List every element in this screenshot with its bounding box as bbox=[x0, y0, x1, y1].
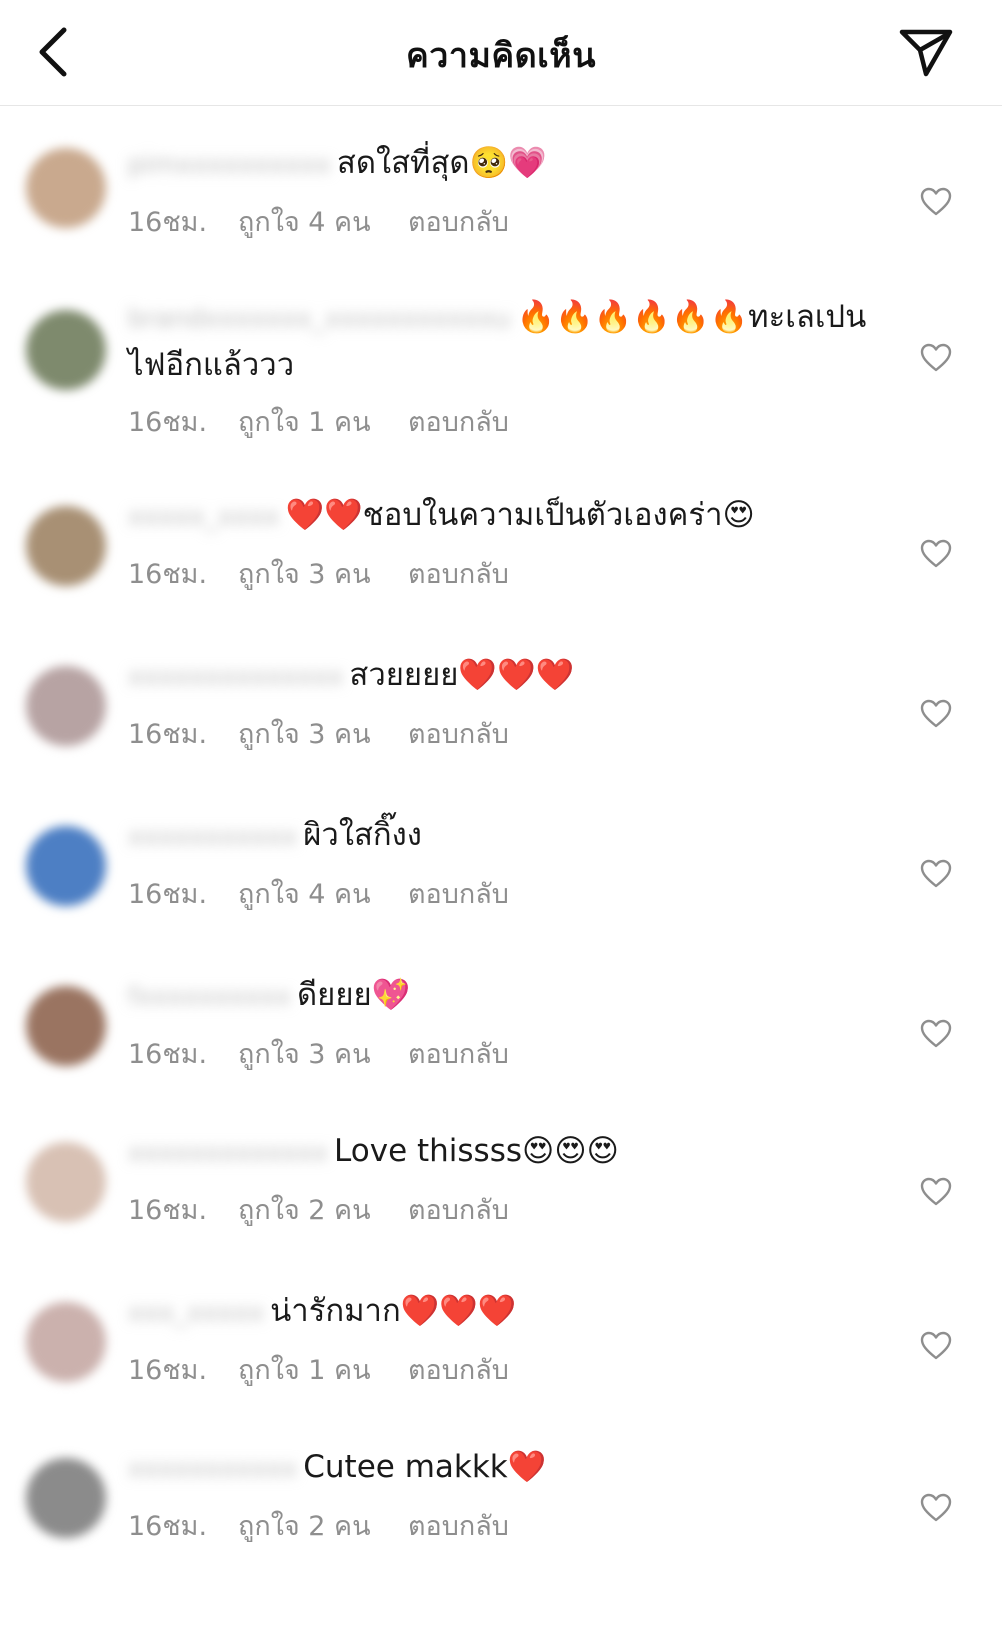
reply-button[interactable]: ตอบกลับ bbox=[408, 1188, 509, 1231]
comment-likes[interactable]: ถูกใจ 4 คน bbox=[238, 872, 408, 915]
heart-outline-icon bbox=[920, 1177, 952, 1206]
comment-username[interactable]: brandxxxxxxx_xxxxxxxxxxxu bbox=[128, 296, 511, 342]
comment-text: Cutee makkk❤️ bbox=[303, 1449, 547, 1485]
comment-username[interactable]: xxxxxxxxxxx bbox=[128, 814, 297, 860]
like-button[interactable] bbox=[918, 340, 954, 376]
avatar[interactable] bbox=[26, 666, 106, 746]
reply-button[interactable]: ตอบกลับ bbox=[408, 872, 509, 915]
comment-time: 16ชม. bbox=[128, 1510, 208, 1542]
reply-button[interactable]: ตอบกลับ bbox=[408, 200, 509, 243]
comment-time: 16ชม. bbox=[128, 878, 208, 910]
heart-outline-icon bbox=[920, 187, 952, 216]
comment-text-line: xxx_xxxxx น่ารักมาก❤️❤️❤️ bbox=[128, 1288, 888, 1336]
avatar[interactable] bbox=[26, 148, 106, 228]
comment-text: ❤️❤️ชอบในความเป็นตัวเองคร่า😍 bbox=[285, 497, 755, 533]
comment-meta: 16ชม. ถูกใจ 4 คน ตอบกลับ bbox=[128, 872, 888, 915]
reply-button[interactable]: ตอบกลับ bbox=[408, 1504, 509, 1547]
comment-text-line: fxxxxxxxxxx ดียยย💖 bbox=[128, 972, 888, 1020]
comment-meta: 16ชม. ถูกใจ 3 คน ตอบกลับ bbox=[128, 712, 888, 755]
comment-likes[interactable]: ถูกใจ 4 คน bbox=[238, 200, 408, 243]
comment-text: สวยยยย❤️❤️❤️ bbox=[349, 657, 575, 693]
like-button[interactable] bbox=[918, 536, 954, 572]
comment-text: ดียยย💖 bbox=[297, 977, 411, 1013]
like-button[interactable] bbox=[918, 1490, 954, 1526]
heart-outline-icon bbox=[920, 1493, 952, 1522]
comment-likes[interactable]: ถูกใจ 2 คน bbox=[238, 1188, 408, 1231]
comment-username[interactable]: xxxxxxxxxxx bbox=[128, 1446, 297, 1492]
comment-time: 16ชม. bbox=[128, 1038, 208, 1070]
comment-text-line: xxxxxxxxxxxxx Love thissss😍😍😍 bbox=[128, 1128, 888, 1176]
comment-text: น่ารักมาก❤️❤️❤️ bbox=[270, 1293, 517, 1329]
comment-username[interactable]: xxxxxxxxxxxxx bbox=[128, 1130, 328, 1176]
comment-likes[interactable]: ถูกใจ 3 คน bbox=[238, 552, 408, 595]
avatar[interactable] bbox=[26, 986, 106, 1066]
comment-meta: 16ชม. ถูกใจ 2 คน ตอบกลับ bbox=[128, 1188, 888, 1231]
comment-meta: 16ชม. ถูกใจ 2 คน ตอบกลับ bbox=[128, 1504, 888, 1547]
comment-username[interactable]: xxxxx_xxxx bbox=[128, 494, 279, 540]
comment-text: Love thissss😍😍😍 bbox=[334, 1133, 619, 1169]
comment-meta: 16ชม. ถูกใจ 3 คน ตอบกลับ bbox=[128, 1032, 888, 1075]
like-button[interactable] bbox=[918, 1328, 954, 1364]
avatar[interactable] bbox=[26, 1142, 106, 1222]
comment-text-line: xxxxxxxxxxxxxx สวยยยย❤️❤️❤️ bbox=[128, 652, 888, 700]
comment-username[interactable]: pimxxxxxxxxxx bbox=[128, 142, 331, 188]
heart-outline-icon bbox=[920, 1019, 952, 1048]
comment-text-line: pimxxxxxxxxxx สดใสที่สุด🥺💗 bbox=[128, 140, 888, 188]
comment-username[interactable]: xxxxxxxxxxxxxx bbox=[128, 654, 343, 700]
header-bar: ความคิดเห็น bbox=[0, 0, 1002, 106]
avatar[interactable] bbox=[26, 1302, 106, 1382]
comment-text: สดใสที่สุด🥺💗 bbox=[336, 145, 547, 181]
reply-button[interactable]: ตอบกลับ bbox=[408, 712, 509, 755]
avatar[interactable] bbox=[26, 1458, 106, 1538]
reply-button[interactable]: ตอบกลับ bbox=[408, 1032, 509, 1075]
comment-meta: 16ชม. ถูกใจ 4 คน ตอบกลับ bbox=[128, 200, 888, 243]
comment-text-line: xxxxxxxxxxx ผิวใสกิ๊งง bbox=[128, 812, 888, 860]
comment-text: ผิวใสกิ๊งง bbox=[303, 817, 422, 853]
comment-time: 16ชม. bbox=[128, 1194, 208, 1226]
heart-outline-icon bbox=[920, 859, 952, 888]
comment-meta: 16ชม. ถูกใจ 1 คน ตอบกลับ bbox=[128, 400, 888, 443]
avatar[interactable] bbox=[26, 310, 106, 390]
comment-likes[interactable]: ถูกใจ 3 คน bbox=[238, 712, 408, 755]
comment-username[interactable]: fxxxxxxxxxx bbox=[128, 974, 291, 1020]
comment-time: 16ชม. bbox=[128, 206, 208, 238]
avatar[interactable] bbox=[26, 826, 106, 906]
reply-button[interactable]: ตอบกลับ bbox=[408, 1348, 509, 1391]
paper-plane-icon bbox=[899, 29, 953, 77]
comment-likes[interactable]: ถูกใจ 2 คน bbox=[238, 1504, 408, 1547]
like-button[interactable] bbox=[918, 1174, 954, 1210]
comment-time: 16ชม. bbox=[128, 718, 208, 750]
comment-likes[interactable]: ถูกใจ 1 คน bbox=[238, 1348, 408, 1391]
comment-meta: 16ชม. ถูกใจ 3 คน ตอบกลับ bbox=[128, 552, 888, 595]
heart-outline-icon bbox=[920, 699, 952, 728]
like-button[interactable] bbox=[918, 856, 954, 892]
comment-meta: 16ชม. ถูกใจ 1 คน ตอบกลับ bbox=[128, 1348, 888, 1391]
like-button[interactable] bbox=[918, 184, 954, 220]
heart-outline-icon bbox=[920, 343, 952, 372]
comment-likes[interactable]: ถูกใจ 3 คน bbox=[238, 1032, 408, 1075]
comment-text-line: xxxxxxxxxxx Cutee makkk❤️ bbox=[128, 1444, 888, 1492]
like-button[interactable] bbox=[918, 696, 954, 732]
comment-text-line: brandxxxxxxx_xxxxxxxxxxxu 🔥🔥🔥🔥🔥🔥ทะเลเปนไฟ… bbox=[128, 294, 888, 388]
comment-time: 16ชม. bbox=[128, 406, 208, 438]
page-title: ความคิดเห็น bbox=[406, 36, 596, 76]
heart-outline-icon bbox=[920, 1331, 952, 1360]
avatar[interactable] bbox=[26, 506, 106, 586]
comment-username[interactable]: xxx_xxxxx bbox=[128, 1290, 264, 1336]
comment-time: 16ชม. bbox=[128, 1354, 208, 1386]
reply-button[interactable]: ตอบกลับ bbox=[408, 552, 509, 595]
comment-time: 16ชม. bbox=[128, 558, 208, 590]
like-button[interactable] bbox=[918, 1016, 954, 1052]
reply-button[interactable]: ตอบกลับ bbox=[408, 400, 509, 443]
comment-text-line: xxxxx_xxxx ❤️❤️ชอบในความเป็นตัวเองคร่า😍 bbox=[128, 492, 888, 540]
share-button[interactable] bbox=[894, 20, 958, 84]
heart-outline-icon bbox=[920, 539, 952, 568]
comment-likes[interactable]: ถูกใจ 1 คน bbox=[238, 400, 408, 443]
